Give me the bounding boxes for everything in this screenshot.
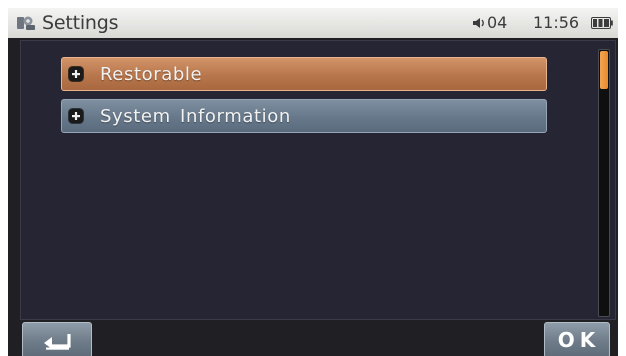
menu-item-restorable[interactable]: Restorable <box>61 57 547 91</box>
settings-icon <box>17 16 35 30</box>
device-screen: Settings 04 11:56 Restorable System Info… <box>8 8 618 356</box>
plus-icon <box>68 108 84 124</box>
clock: 11:56 <box>533 13 580 32</box>
plus-icon <box>68 66 84 82</box>
menu-item-system-information[interactable]: System Information <box>61 99 547 133</box>
scrollbar-thumb[interactable] <box>600 51 608 89</box>
title-bar: Settings 04 11:56 <box>8 8 618 38</box>
battery-icon <box>591 17 613 29</box>
ok-button[interactable]: OK <box>544 322 610 356</box>
menu-item-label: System Information <box>100 106 291 127</box>
speaker-icon <box>473 18 484 28</box>
back-arrow-icon <box>44 334 71 350</box>
menu-panel: Restorable System Information <box>20 40 616 320</box>
volume-level: 04 <box>487 13 508 32</box>
back-button[interactable] <box>22 322 92 356</box>
scrollbar[interactable] <box>598 49 610 317</box>
volume-indicator: 04 <box>472 13 507 33</box>
menu-item-label: Restorable <box>100 64 203 85</box>
page-title: Settings <box>42 12 119 34</box>
